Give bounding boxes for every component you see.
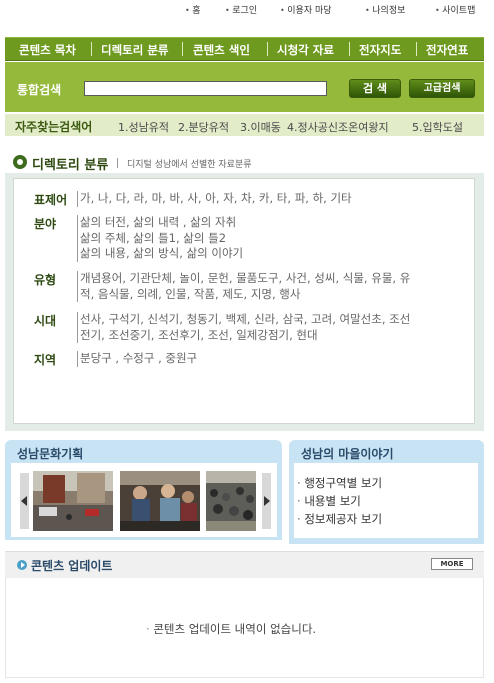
popular-keyword[interactable]: 1.성남유적 (118, 119, 169, 135)
village-link-by-content[interactable]: 내용별 보기 (297, 493, 361, 509)
search-input[interactable] (84, 81, 327, 96)
directory-link[interactable]: 삶의 주체, 삶의 틀1, 삶의 틀2 (80, 231, 243, 247)
directory-row-values: 개념용어, 기관단체, 놀이, 문헌, 물품도구, 사건, 성씨, 식물, 유물… (77, 271, 410, 302)
directory-row-values: 가, 나, 다, 라, 마, 바, 사, 아, 자, 차, 카, 타, 파, 하… (77, 191, 352, 207)
nav-contents-toc[interactable]: 콘텐츠 목차 (19, 42, 76, 58)
advanced-search-button[interactable]: 고급검색 (409, 79, 475, 98)
main-nav: 콘텐츠 목차 디렉토리 분류 콘텐츠 색인 시청각 자료 전자지도 전자연표 (5, 37, 484, 61)
directory-link[interactable]: 개념용어, 기관단체, 놀이, 문헌, 물품도구, 사건, 성씨, 식물, 유물… (80, 271, 410, 287)
top-utility-links: 홈 로그인 이용자 마당 나의정보 사이트맵 (0, 0, 494, 22)
more-button[interactable]: MORE (431, 558, 473, 570)
nav-separator (349, 42, 350, 56)
popular-keywords-bar: 자주찾는검색어 1.성남유적 2.분당유적 3.이매동 4.정사공신조온여왕지 … (5, 114, 484, 136)
nav-separator (91, 42, 92, 56)
search-bar: 통합검색 검 색 고급검색 (5, 62, 484, 112)
village-story-title: 성남의 마을이야기 (301, 447, 394, 461)
village-link-admin-district[interactable]: 행정구역별 보기 (297, 475, 382, 491)
directory-link[interactable]: 분당구 , 수정구 , 중원구 (80, 351, 197, 367)
directory-row-label: 유형 (34, 273, 57, 287)
play-bullet-icon (17, 560, 27, 570)
nav-separator (182, 42, 183, 56)
nav-separator (416, 42, 417, 56)
directory-row-values: 분당구 , 수정구 , 중원구 (77, 351, 197, 367)
user-plaza-link[interactable]: 이용자 마당 (280, 3, 331, 16)
gallery-thumbnail-1[interactable] (33, 471, 113, 531)
directory-row-values: 삶의 터전, 삶의 내력 , 삶의 자취 삶의 주체, 삶의 틀1, 삶의 틀2… (77, 215, 243, 262)
login-link[interactable]: 로그인 (225, 3, 257, 16)
nav-e-map[interactable]: 전자지도 (359, 42, 401, 58)
nav-directory[interactable]: 디렉토리 분류 (101, 42, 168, 58)
directory-row-label: 시대 (34, 314, 57, 328)
gallery-thumbnail-2[interactable] (120, 471, 200, 531)
search-label: 통합검색 (17, 83, 62, 97)
directory-row-label: 지역 (34, 353, 57, 367)
directory-link[interactable]: 전기, 조선중기, 조선후기, 조선, 일제강점기, 현대 (80, 328, 410, 344)
directory-row-label: 표제어 (34, 193, 68, 207)
popular-keyword[interactable]: 5.입학도설 (412, 119, 463, 135)
directory-subtitle: 디지털 성남에서 선별한 자료분류 (127, 160, 252, 170)
directory-row-values: 선사, 구석기, 신석기, 청동기, 백제, 신라, 삼국, 고려, 여말선초,… (77, 312, 410, 343)
directory-title: 디렉토리 분류 (32, 158, 109, 173)
nav-contents-index[interactable]: 콘텐츠 색인 (193, 42, 250, 58)
gallery-thumbnail-3[interactable] (206, 471, 256, 531)
updates-title: 콘텐츠 업데이트 (31, 559, 113, 573)
nav-e-chronology[interactable]: 전자연표 (426, 42, 468, 58)
updates-empty-message: 콘텐츠 업데이트 내역이 없습니다. (146, 621, 316, 637)
village-link-by-informant[interactable]: 정보제공자 보기 (297, 511, 382, 527)
popular-keyword[interactable]: 3.이매동 (240, 119, 281, 135)
nav-separator (267, 42, 268, 56)
search-button[interactable]: 검 색 (349, 79, 401, 98)
directory-link[interactable]: 적, 음식물, 의례, 인물, 작품, 제도, 지명, 행사 (80, 287, 410, 303)
directory-link[interactable]: 선사, 구석기, 신석기, 청동기, 백제, 신라, 삼국, 고려, 여말선초,… (80, 312, 410, 328)
home-link[interactable]: 홈 (185, 3, 200, 16)
directory-link[interactable]: 가, 나, 다, 라, 마, 바, 사, 아, 자, 차, 카, 타, 파, 하… (80, 191, 352, 207)
popular-keyword[interactable]: 4.정사공신조온여왕지 (287, 119, 389, 135)
culture-planning-title: 성남문화기획 (17, 447, 84, 461)
popular-keyword[interactable]: 2.분당유적 (178, 119, 229, 135)
title-divider (117, 158, 118, 168)
arrow-right-icon[interactable] (262, 473, 271, 529)
directory-list: 표제어 가, 나, 다, 라, 마, 바, 사, 아, 자, 차, 카, 타, … (13, 178, 475, 424)
popular-keywords-label: 자주찾는검색어 (15, 120, 93, 134)
sitemap-link[interactable]: 사이트맵 (435, 3, 475, 16)
section-bullet-icon (13, 155, 27, 169)
nav-audiovisual[interactable]: 시청각 자료 (277, 42, 334, 58)
directory-link[interactable]: 삶의 내용, 삶의 방식, 삶의 이야기 (80, 246, 243, 262)
directory-row-label: 분야 (34, 217, 57, 231)
my-info-link[interactable]: 나의정보 (365, 3, 405, 16)
directory-link[interactable]: 삶의 터전, 삶의 내력 , 삶의 자취 (80, 215, 243, 231)
arrow-left-icon[interactable] (20, 473, 29, 529)
